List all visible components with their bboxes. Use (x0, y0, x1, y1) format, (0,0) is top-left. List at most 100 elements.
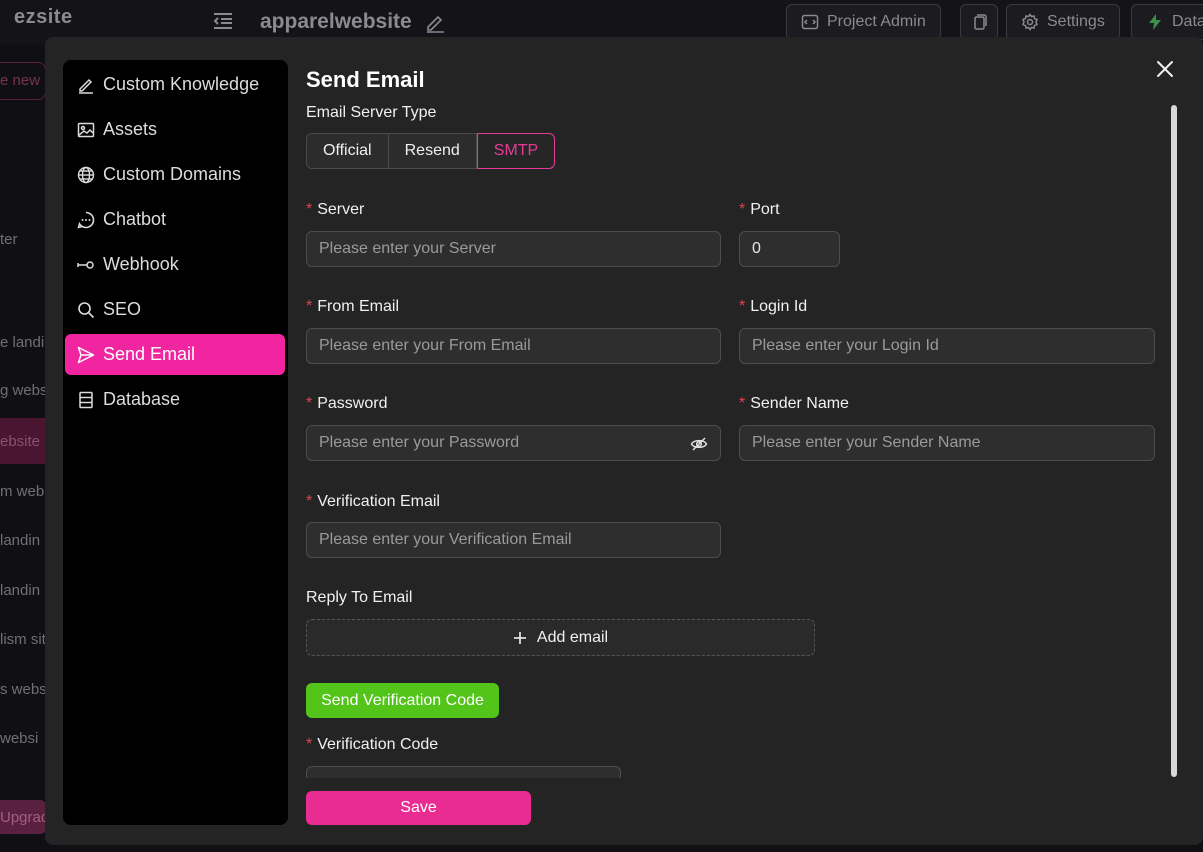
app-logo: ezsite (14, 6, 73, 28)
add-email-label: Add email (536, 628, 609, 646)
copy-button[interactable] (960, 4, 998, 40)
modal-sidebar: Custom Knowledge Assets Custom Domains C… (63, 60, 288, 825)
nav-item-custom-domains[interactable]: Custom Domains (65, 154, 285, 195)
bg-side-fragment: Upgrad (0, 809, 50, 826)
bg-side-fragment: lism sit (0, 631, 46, 648)
required-mark: * (306, 493, 313, 510)
globe-icon (77, 166, 95, 183)
nav-item-database[interactable]: Database (65, 379, 285, 420)
webhook-icon (77, 260, 94, 269)
verification-code-input[interactable] (306, 766, 621, 778)
server-type-smtp[interactable]: SMTP (476, 133, 556, 169)
sender-name-input[interactable]: Please enter your Sender Name (739, 425, 1155, 461)
sender-name-placeholder: Please enter your Sender Name (752, 434, 981, 451)
add-email-button[interactable]: Add email (306, 619, 815, 656)
code-window-icon (801, 14, 819, 30)
chat-bubble-icon (77, 211, 95, 229)
login-id-placeholder: Please enter your Login Id (752, 337, 939, 354)
reply-to-label: Reply To Email (306, 589, 413, 606)
nav-label: Assets (103, 119, 158, 139)
bg-side-fragment: websi (0, 730, 39, 747)
required-mark: * (739, 201, 746, 218)
plus-icon (513, 631, 526, 644)
send-verification-code-button[interactable]: Send Verification Code (306, 683, 499, 718)
bg-side-fragment: landin (0, 532, 41, 549)
bg-side-fragment: ebsite (0, 433, 41, 450)
bg-side-fragment: e landi (0, 334, 45, 351)
from-email-input[interactable]: Please enter your From Email (306, 328, 721, 364)
nav-item-custom-knowledge[interactable]: Custom Knowledge (65, 64, 285, 105)
project-admin-button[interactable]: Project Admin (786, 4, 941, 40)
database-icon (79, 391, 93, 408)
project-title: apparelwebsite (260, 10, 412, 33)
server-input[interactable]: Please enter your Server (306, 231, 721, 267)
bg-side-fragment: g websi (0, 382, 51, 399)
collapse-menu-icon[interactable] (212, 12, 234, 30)
data-label: Data (1172, 13, 1203, 30)
bg-side-fragment: e new (0, 72, 41, 89)
nav-item-seo[interactable]: SEO (65, 289, 285, 330)
server-label: * Server (306, 201, 365, 218)
required-mark: * (306, 201, 313, 218)
bg-side-fragment: s webs (0, 681, 47, 698)
from-email-label: * From Email (306, 298, 400, 315)
nav-label: Custom Domains (103, 164, 242, 184)
password-input[interactable]: Please enter your Password (306, 425, 721, 461)
nav-item-chatbot[interactable]: Chatbot (65, 199, 285, 240)
pencil-icon (79, 78, 93, 94)
project-admin-label: Project Admin (827, 13, 926, 30)
image-icon (77, 122, 95, 137)
copy-icon (974, 14, 987, 30)
bg-side-fragment: ter (0, 231, 18, 248)
bg-side-fragment: landin (0, 582, 41, 599)
nav-label: Send Email (103, 344, 196, 364)
nav-label: Database (103, 389, 181, 409)
port-label: * Port (739, 201, 780, 218)
nav-label: Webhook (103, 254, 179, 274)
verification-email-placeholder: Please enter your Verification Email (319, 531, 572, 548)
nav-item-send-email[interactable]: Send Email (65, 334, 285, 375)
required-mark: * (306, 395, 313, 412)
send-email-panel: Send Email Email Server Type Official Re… (305, 37, 1185, 845)
password-placeholder: Please enter your Password (319, 434, 520, 451)
required-mark: * (306, 298, 313, 315)
send-icon (77, 346, 95, 363)
scrollbar-thumb[interactable] (1171, 105, 1177, 777)
nav-label: Custom Knowledge (103, 74, 260, 94)
verification-email-label: * Verification Email (306, 493, 440, 510)
verification-email-input[interactable]: Please enter your Verification Email (306, 522, 721, 558)
save-button[interactable]: Save (306, 791, 531, 825)
bg-side-fragment: m web (0, 483, 45, 500)
search-icon (78, 301, 95, 318)
nav-label: SEO (103, 299, 142, 319)
port-value: 0 (752, 240, 761, 257)
verification-code-label: * Verification Code (306, 736, 439, 753)
gear-icon (1022, 13, 1038, 31)
settings-modal: Custom Knowledge Assets Custom Domains C… (45, 37, 1203, 845)
server-type-resend[interactable]: Resend (388, 134, 477, 168)
from-email-placeholder: Please enter your From Email (319, 337, 531, 354)
login-id-input[interactable]: Please enter your Login Id (739, 328, 1155, 364)
scrollbar[interactable] (1171, 105, 1177, 777)
nav-label: Chatbot (103, 209, 167, 229)
data-button[interactable]: Data (1131, 4, 1203, 40)
required-mark: * (739, 395, 746, 412)
password-label: * Password (306, 395, 388, 412)
settings-label: Settings (1047, 13, 1105, 30)
edit-title-icon[interactable] (424, 11, 446, 33)
nav-item-assets[interactable]: Assets (65, 109, 285, 150)
server-placeholder: Please enter your Server (319, 240, 496, 257)
eye-off-icon[interactable] (690, 435, 708, 453)
required-mark: * (306, 736, 313, 753)
login-id-label: * Login Id (739, 298, 808, 315)
server-type-segmented: Official Resend SMTP (306, 133, 556, 169)
server-type-label: Email Server Type (306, 104, 437, 121)
settings-button[interactable]: Settings (1006, 4, 1120, 40)
nav-item-webhook[interactable]: Webhook (65, 244, 285, 285)
required-mark: * (739, 298, 746, 315)
server-type-official[interactable]: Official (307, 134, 389, 168)
sender-name-label: * Sender Name (739, 395, 849, 412)
page-title: Send Email (306, 67, 425, 92)
port-input[interactable]: 0 (739, 231, 840, 267)
lightning-icon (1149, 14, 1161, 30)
